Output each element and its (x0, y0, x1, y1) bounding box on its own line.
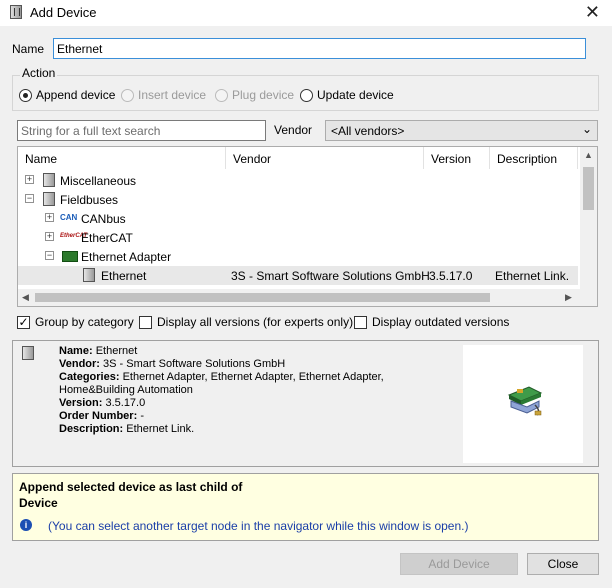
display-all-versions-checkbox[interactable]: Display all versions (for experts only) (139, 315, 353, 329)
device-icon (43, 192, 55, 206)
checkmark-icon: ✓ (17, 314, 30, 329)
group-by-category-checkbox[interactable]: ✓ Group by category (17, 315, 134, 329)
tree-item-label: Ethernet Adapter (81, 250, 172, 264)
detail-version-key: Version: (59, 397, 103, 409)
radio-indicator (300, 88, 313, 102)
scroll-right-icon[interactable]: ▶ (565, 292, 572, 303)
tree-item-label: CANbus (81, 212, 126, 226)
radio-indicator (215, 88, 228, 102)
column-header-version[interactable]: Version (424, 147, 490, 169)
group-by-category-label: Group by category (35, 315, 134, 329)
detail-categories-key: Categories: (59, 371, 120, 383)
horizontal-scrollbar[interactable]: ◀ ▶ (18, 289, 597, 306)
device-tree[interactable]: Name Vendor Version Description + Miscel… (17, 146, 598, 307)
checkbox-box (139, 315, 152, 329)
append-device-label: Append device (36, 88, 116, 102)
display-outdated-label: Display outdated versions (372, 315, 510, 329)
plug-device-label: Plug device (232, 88, 295, 102)
scroll-up-icon[interactable]: ▲ (584, 150, 593, 160)
device-details: Name: Ethernet Vendor: 3S - Smart Softwa… (59, 345, 459, 436)
tree-item-label: Miscellaneous (60, 174, 137, 188)
name-input[interactable]: Ethernet (53, 38, 586, 59)
vendor-select-value: <All vendors> (331, 124, 405, 138)
detail-version-value: 3.5.17.0 (105, 397, 146, 409)
add-device-button[interactable]: Add Device (400, 553, 518, 575)
scroll-left-icon[interactable]: ◀ (22, 292, 29, 303)
tree-item-description: Ethernet Link. (495, 269, 570, 283)
vendor-label: Vendor (274, 123, 313, 137)
detail-name-value: Ethernet (95, 345, 138, 357)
detail-order-value: - (140, 410, 144, 422)
tree-item-label: EtherCAT (81, 231, 133, 245)
tree-item-vendor: 3S - Smart Software Solutions GmbH (231, 269, 430, 283)
tree-row-ethercat[interactable]: + EtherCAT EtherCAT (18, 228, 578, 247)
hint-title: Append selected device as last child of (19, 480, 243, 494)
tree-item-version: 3.5.17.0 (429, 269, 473, 283)
checkbox-box (354, 315, 367, 329)
tree-row-miscellaneous[interactable]: + Miscellaneous (18, 171, 578, 190)
detail-description-value: Ethernet Link. (126, 423, 195, 435)
detail-vendor-value: 3S - Smart Software Solutions GmbH (103, 358, 286, 370)
update-device-radio[interactable]: Update device (300, 88, 394, 102)
tree-row-fieldbuses[interactable]: − Fieldbuses (18, 190, 578, 209)
vertical-scrollbar[interactable]: ▲ (580, 147, 597, 289)
update-device-label: Update device (317, 88, 394, 102)
collapse-icon[interactable]: − (25, 194, 34, 203)
detail-vendor-key: Vendor: (59, 358, 100, 370)
close-icon[interactable]: ✕ (585, 3, 600, 21)
radio-indicator (121, 88, 134, 102)
expand-icon[interactable]: + (45, 232, 54, 241)
tree-row-ethernet[interactable]: Ethernet 3S - Smart Software Solutions G… (18, 266, 578, 285)
expand-icon[interactable]: + (45, 213, 54, 222)
column-header-name[interactable]: Name (18, 147, 226, 169)
device-icon (10, 5, 22, 19)
chevron-down-icon: ⌄ (581, 122, 592, 136)
device-icon (43, 173, 55, 187)
device-icon (22, 346, 34, 360)
canbus-icon: CAN (60, 213, 78, 222)
ethernet-adapter-icon (62, 251, 78, 262)
plug-device-radio[interactable]: Plug device (215, 88, 294, 102)
collapse-icon[interactable]: − (45, 251, 54, 260)
tree-item-label: Ethernet (101, 269, 147, 283)
display-outdated-checkbox[interactable]: Display outdated versions (354, 315, 509, 329)
radio-indicator (19, 88, 32, 102)
search-input[interactable]: String for a full text search (17, 120, 266, 141)
append-device-radio[interactable]: Append device (19, 88, 115, 102)
tree-row-ethernet-adapter[interactable]: − Ethernet Adapter (18, 247, 578, 266)
vertical-scroll-thumb[interactable] (583, 167, 594, 210)
insert-device-label: Insert device (138, 88, 207, 102)
detail-order-key: Order Number: (59, 410, 138, 422)
tree-row-canbus[interactable]: + CAN CANbus (18, 209, 578, 228)
insert-device-radio[interactable]: Insert device (121, 88, 206, 102)
device-icon (83, 268, 95, 282)
name-label: Name (12, 42, 45, 56)
expand-icon[interactable]: + (25, 175, 34, 184)
detail-categories-value-2: Home&Building Automation (59, 384, 193, 396)
close-button[interactable]: Close (527, 553, 599, 575)
vendor-select[interactable]: <All vendors> ⌄ (325, 120, 598, 141)
ethercat-icon: EtherCAT (60, 233, 88, 239)
detail-categories-value: Ethernet Adapter, Ethernet Adapter, Ethe… (122, 371, 384, 383)
display-all-versions-label: Display all versions (for experts only) (157, 315, 354, 329)
column-header-description[interactable]: Description (490, 147, 578, 169)
hint-target: Device (19, 496, 58, 510)
window-title: Add Device (30, 5, 97, 20)
horizontal-scroll-thumb[interactable] (35, 293, 490, 302)
network-card-icon (507, 386, 543, 416)
title-bar: Add Device ✕ (0, 0, 612, 26)
column-header-vendor[interactable]: Vendor (226, 147, 424, 169)
hint-note: (You can select another target node in t… (48, 519, 469, 533)
action-legend: Action (20, 66, 58, 80)
detail-description-key: Description: (59, 423, 124, 435)
tree-item-label: Fieldbuses (60, 193, 119, 207)
info-icon: i (20, 519, 32, 531)
detail-name-key: Name: (59, 345, 93, 357)
